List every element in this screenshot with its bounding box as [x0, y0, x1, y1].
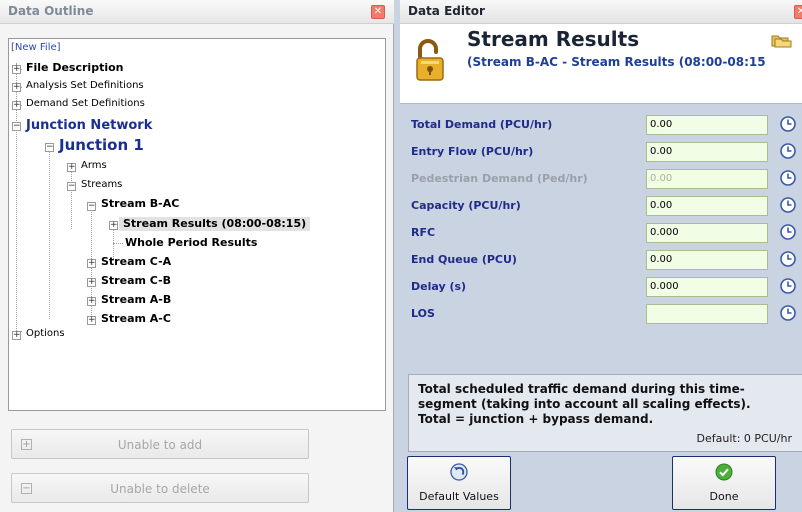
tree-item-stream-a-b[interactable]: Stream A-B [101, 293, 171, 307]
tree-item-stream-b-ac[interactable]: Stream B-AC [101, 197, 179, 211]
clock-icon[interactable] [779, 142, 797, 160]
data-editor-titlebar: Data Editor ✕ [400, 0, 802, 24]
capacity-input[interactable]: 0.00 [646, 196, 768, 216]
editor-header: Stream Results (Stream B-AC - Stream Res… [400, 24, 802, 104]
expand-icon[interactable]: + [87, 278, 96, 287]
unlocked-padlock-icon [416, 39, 444, 81]
clock-icon[interactable] [779, 115, 797, 133]
clock-icon[interactable] [779, 250, 797, 268]
add-button-label: Unable to add [117, 438, 203, 452]
field-row: Capacity (PCU/hr) 0.00 [400, 192, 802, 220]
field-label: Entry Flow (PCU/hr) [411, 145, 534, 158]
undo-icon [450, 463, 468, 481]
entry-flow-input[interactable]: 0.00 [646, 142, 768, 162]
collapse-icon[interactable]: − [87, 202, 96, 211]
close-icon[interactable]: ✕ [371, 5, 385, 19]
expand-icon[interactable]: + [12, 101, 21, 110]
outline-tree[interactable]: [New File] + File Description + Analysis… [8, 38, 386, 411]
close-icon[interactable]: ✕ [794, 5, 802, 19]
tree-item-stream-c-a[interactable]: Stream C-A [101, 255, 171, 269]
field-row: Total Demand (PCU/hr) 0.00 [400, 111, 802, 139]
tree-item-analysis-set-definitions[interactable]: Analysis Set Definitions [26, 79, 144, 93]
expand-icon[interactable]: + [109, 221, 118, 230]
pedestrian-demand-input: 0.00 [646, 169, 768, 189]
clock-icon[interactable] [779, 223, 797, 241]
field-row: Delay (s) 0.000 [400, 273, 802, 301]
done-label: Done [709, 490, 739, 503]
end-queue-input[interactable]: 0.00 [646, 250, 768, 270]
add-button[interactable]: + Unable to add [11, 429, 309, 459]
default-values-button[interactable]: Default Values [407, 456, 511, 510]
collapse-icon[interactable]: − [45, 143, 54, 152]
expand-icon[interactable]: + [12, 83, 21, 92]
data-outline-titlebar: Data Outline ✕ [0, 0, 394, 24]
default-values-label: Default Values [419, 490, 499, 503]
clock-icon[interactable] [779, 304, 797, 322]
field-row: End Queue (PCU) 0.00 [400, 246, 802, 274]
expand-icon[interactable]: + [67, 163, 76, 172]
expand-icon[interactable]: + [12, 331, 21, 340]
delete-button-label: Unable to delete [110, 482, 210, 496]
delete-button[interactable]: − Unable to delete [11, 473, 309, 503]
tree-item-stream-results[interactable]: Stream Results (08:00-08:15) [119, 217, 311, 231]
data-editor-panel: Data Editor ✕ Stream Results (Stream B-A… [400, 0, 802, 512]
field-label: Delay (s) [411, 280, 467, 293]
expand-icon[interactable]: + [87, 316, 96, 325]
clock-icon[interactable] [779, 169, 797, 187]
tree-item-junction-network[interactable]: Junction Network [26, 119, 152, 133]
field-row: Entry Flow (PCU/hr) 0.00 [400, 138, 802, 166]
collapse-icon[interactable]: − [67, 182, 76, 191]
delay-input[interactable]: 0.000 [646, 277, 768, 297]
tree-item-arms[interactable]: Arms [81, 159, 107, 173]
tree-item-demand-set-definitions[interactable]: Demand Set Definitions [26, 97, 145, 111]
done-button[interactable]: Done [672, 456, 776, 510]
field-description-box: Total scheduled traffic demand during th… [408, 374, 802, 452]
tree-item-stream-a-c[interactable]: Stream A-C [101, 312, 171, 326]
field-label: Pedestrian Demand (Ped/hr) [411, 172, 588, 185]
los-input[interactable] [646, 304, 768, 324]
editor-header-subtitle: (Stream B-AC - Stream Results (08:00-08:… [467, 55, 766, 69]
expand-icon[interactable]: + [87, 259, 96, 268]
expand-icon[interactable]: + [87, 297, 96, 306]
field-label: Capacity (PCU/hr) [411, 199, 521, 212]
expand-icon[interactable]: + [12, 65, 21, 74]
field-label: End Queue (PCU) [411, 253, 517, 266]
clock-icon[interactable] [779, 196, 797, 214]
data-outline-panel: Data Outline ✕ [New File] + File Descrip… [0, 0, 394, 512]
tree-item-options[interactable]: Options [26, 327, 65, 341]
tree-item-stream-c-b[interactable]: Stream C-B [101, 274, 171, 288]
checkmark-icon [715, 463, 733, 481]
tree-item-whole-period-results[interactable]: Whole Period Results [125, 236, 257, 250]
data-editor-title: Data Editor [408, 4, 485, 18]
tree-item-new-file[interactable]: [New File] [11, 41, 61, 55]
field-row: LOS [400, 300, 802, 328]
field-description: Total scheduled traffic demand during th… [418, 382, 751, 426]
field-default-value: Default: 0 PCU/hr [696, 432, 792, 445]
tree-item-junction-1[interactable]: Junction 1 [59, 138, 144, 153]
tree-item-streams[interactable]: Streams [81, 178, 122, 192]
folders-icon[interactable] [770, 32, 792, 48]
data-outline-title: Data Outline [8, 4, 94, 18]
field-label: Total Demand (PCU/hr) [411, 118, 553, 131]
total-demand-input[interactable]: 0.00 [646, 115, 768, 135]
field-label: LOS [411, 307, 435, 320]
rfc-input[interactable]: 0.000 [646, 223, 768, 243]
tree-item-file-description[interactable]: File Description [26, 61, 124, 75]
field-row: Pedestrian Demand (Ped/hr) 0.00 [400, 165, 802, 193]
clock-icon[interactable] [779, 277, 797, 295]
editor-header-title: Stream Results [467, 27, 640, 51]
field-row: RFC 0.000 [400, 219, 802, 247]
collapse-icon[interactable]: − [12, 122, 21, 131]
field-label: RFC [411, 226, 436, 239]
